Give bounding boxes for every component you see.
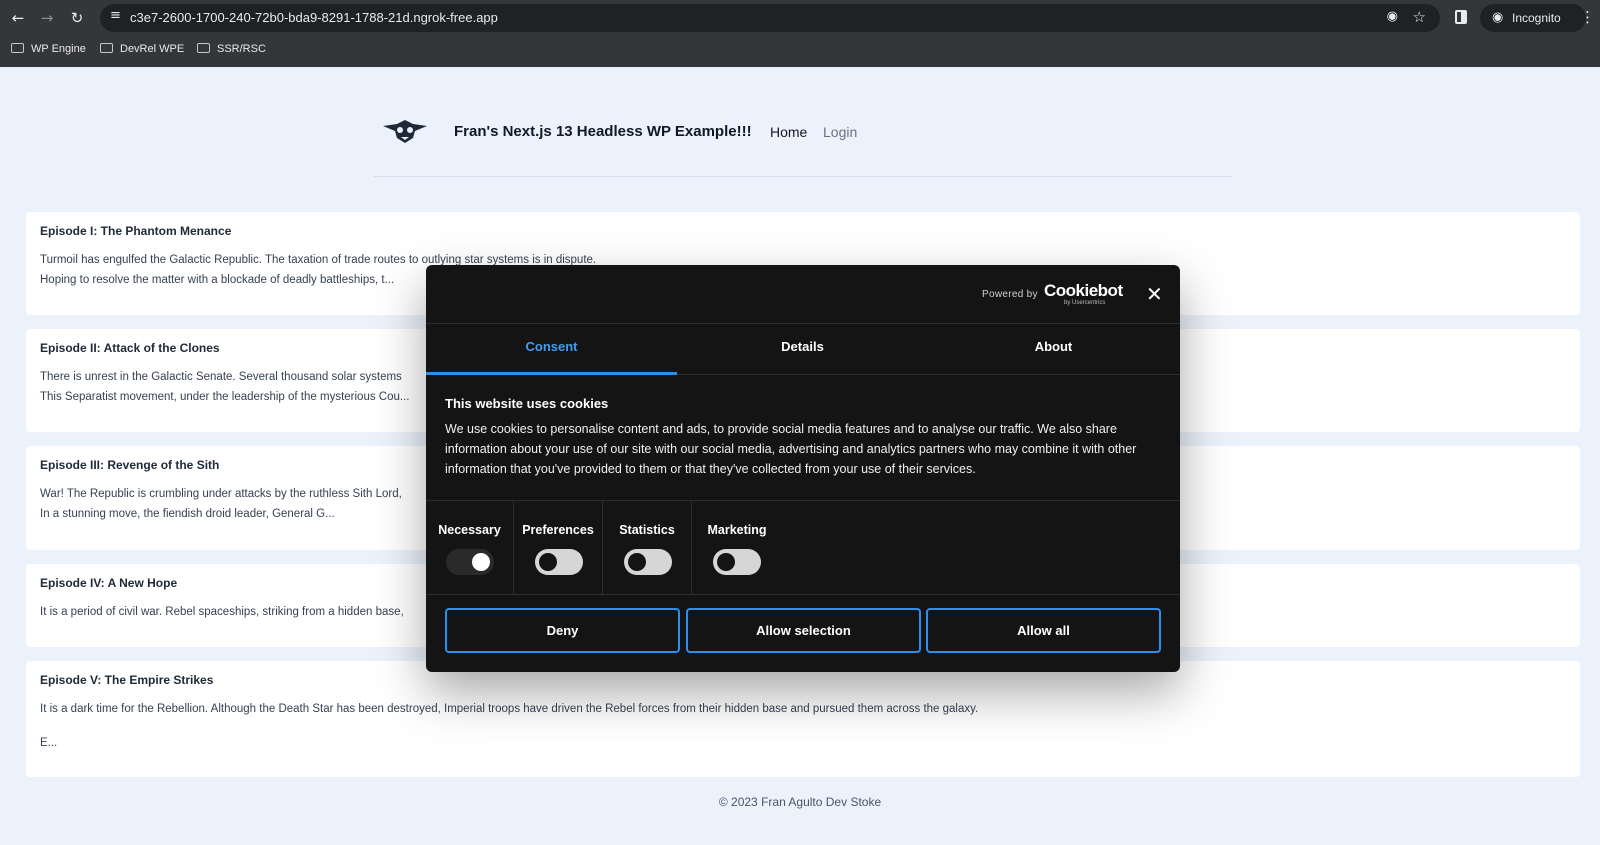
folder-icon [197,43,210,53]
tab-about[interactable]: About [928,324,1179,375]
powered-by-label: Powered by [982,289,1038,300]
post-excerpt-line: War! The Republic is crumbling under att… [40,488,402,500]
post-title[interactable]: Episode III: Revenge of the Sith [40,458,219,472]
side-panel-icon[interactable] [1455,10,1467,24]
switch-knob [472,553,490,571]
cookiebot-logo[interactable]: Cookiebot [1044,281,1123,301]
bookmarks-bar: WP Engine DevRel WPE SSR/RSC [0,40,1600,62]
page-footer: © 2023 Fran Agulto Dev Stoke [718,795,882,809]
post-excerpt-line: In a stunning move, the fiendish droid l… [40,508,335,520]
tab-details[interactable]: Details [677,324,928,375]
bookmark-devrel-wpe[interactable]: DevRel WPE [100,43,184,55]
bookmark-wp-engine[interactable]: WP Engine [11,43,86,55]
switch-knob [628,553,646,571]
eye-off-icon[interactable]: ◉ [1387,9,1398,24]
post-title[interactable]: Episode V: The Empire Strikes [40,673,213,687]
incognito-label: Incognito [1512,11,1561,25]
forward-icon[interactable]: → [36,7,58,29]
site-logo[interactable] [381,116,429,146]
more-menu-icon[interactable]: ⋮ [1580,8,1595,26]
toggle-preferences: Preferences [514,501,603,595]
post-excerpt-line: There is unrest in the Galactic Senate. … [40,371,402,383]
incognito-icon: ◉ [1492,10,1504,25]
toggle-label: Statistics [619,523,675,537]
nav-home-link[interactable]: Home [770,124,807,140]
post-title[interactable]: Episode I: The Phantom Menance [40,224,231,238]
folder-icon [100,43,113,53]
preferences-switch[interactable] [535,549,583,575]
browser-toolbar: ← → ↻ ≡ c3e7-2600-1700-240-72b0-bda9-829… [0,0,1600,36]
header-divider [374,176,1232,177]
consent-toggles: Necessary Preferences Statistics Marketi… [426,500,1180,595]
switch-knob [539,553,557,571]
post-excerpt-line: Hoping to resolve the matter with a bloc… [40,274,395,286]
dialog-body: This website uses cookies We use cookies… [445,396,1165,479]
post-excerpt-line: This Separatist movement, under the lead… [40,391,410,403]
allow-selection-button[interactable]: Allow selection [686,608,921,653]
dialog-heading: This website uses cookies [445,396,609,411]
toggle-necessary: Necessary [426,501,514,595]
close-icon[interactable]: ✕ [1146,282,1163,306]
deny-button[interactable]: Deny [445,608,680,653]
dialog-description: We use cookies to personalise content an… [445,422,1137,476]
post-title[interactable]: Episode IV: A New Hope [40,576,177,590]
necessary-switch[interactable] [446,549,494,575]
dialog-tabs: Consent Details About [426,324,1180,375]
nav-login-link[interactable]: Login [823,124,857,140]
incognito-badge[interactable]: ◉ Incognito [1480,4,1586,32]
dialog-header: Powered by Cookiebot by Usercentrics ✕ [426,265,1180,324]
cookie-consent-dialog: Powered by Cookiebot by Usercentrics ✕ C… [426,265,1180,672]
star-icon[interactable]: ☆ [1413,8,1426,26]
browser-chrome: ← → ↻ ≡ c3e7-2600-1700-240-72b0-bda9-829… [0,0,1600,67]
site-title[interactable]: Fran's Next.js 13 Headless WP Example!!! [454,123,752,140]
toggle-marketing: Marketing [692,501,782,595]
allow-all-button[interactable]: Allow all [926,608,1161,653]
toggle-label: Marketing [707,523,767,537]
tab-consent[interactable]: Consent [426,324,677,375]
statistics-switch[interactable] [624,549,672,575]
url-text[interactable]: c3e7-2600-1700-240-72b0-bda9-8291-1788-2… [130,10,498,25]
switch-knob [717,553,735,571]
bookmark-ssr-rsc[interactable]: SSR/RSC [197,43,266,55]
post-title[interactable]: Episode II: Attack of the Clones [40,341,220,355]
post-excerpt-line: It is a dark time for the Rebellion. Alt… [40,703,979,715]
address-bar[interactable]: ≡ c3e7-2600-1700-240-72b0-bda9-8291-1788… [100,4,1440,32]
toggle-statistics: Statistics [603,501,692,595]
toggle-label: Necessary [438,523,501,537]
back-icon[interactable]: ← [7,7,29,29]
cookiebot-sub-label: by Usercentrics [1064,300,1106,306]
marketing-switch[interactable] [713,549,761,575]
site-settings-icon[interactable]: ≡ [110,8,121,23]
folder-icon [11,43,24,53]
post-excerpt-line: E... [40,737,58,749]
toggle-label: Preferences [522,523,594,537]
reload-icon[interactable]: ↻ [66,7,88,29]
post-card[interactable]: Episode V: The Empire Strikes It is a da… [26,661,1580,777]
post-excerpt-line: It is a period of civil war. Rebel space… [40,606,404,618]
